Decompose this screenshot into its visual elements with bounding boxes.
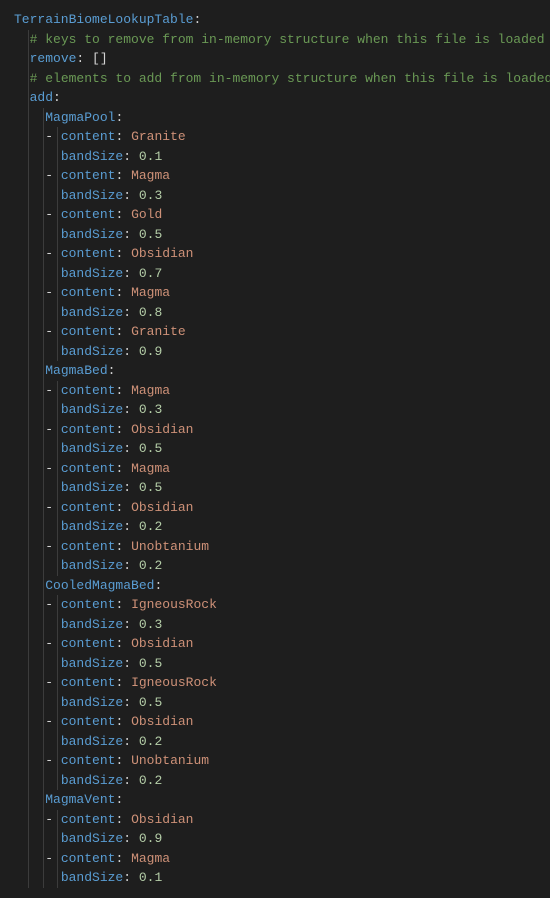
code-line: bandSize: 0.2 — [14, 732, 536, 752]
code-line: bandSize: 0.2 — [14, 517, 536, 537]
code-line: bandSize: 0.7 — [14, 264, 536, 284]
code-line: bandSize: 0.2 — [14, 771, 536, 791]
code-line: bandSize: 0.5 — [14, 225, 536, 245]
code-line: remove: [] — [14, 49, 536, 69]
code-line: MagmaBed: — [14, 361, 536, 381]
code-line: bandSize: 0.9 — [14, 342, 536, 362]
code-line: - content: Unobtanium — [14, 537, 536, 557]
code-line: - content: Obsidian — [14, 810, 536, 830]
code-line: bandSize: 0.5 — [14, 439, 536, 459]
code-line: bandSize: 0.9 — [14, 829, 536, 849]
code-line: - content: Gold — [14, 205, 536, 225]
code-line: bandSize: 0.5 — [14, 693, 536, 713]
code-line: bandSize: 0.3 — [14, 186, 536, 206]
code-line: - content: Magma — [14, 166, 536, 186]
code-line: # keys to remove from in-memory structur… — [14, 30, 536, 50]
code-line: bandSize: 0.3 — [14, 615, 536, 635]
code-line: bandSize: 0.5 — [14, 654, 536, 674]
code-line: MagmaPool: — [14, 108, 536, 128]
code-line: - content: Magma — [14, 283, 536, 303]
code-line: add: — [14, 88, 536, 108]
code-line: - content: Magma — [14, 849, 536, 869]
code-line: MagmaVent: — [14, 790, 536, 810]
yaml-code-block: TerrainBiomeLookupTable: # keys to remov… — [14, 10, 536, 888]
code-line: bandSize: 0.5 — [14, 478, 536, 498]
code-line: - content: Obsidian — [14, 712, 536, 732]
code-line: # elements to add from in-memory structu… — [14, 69, 536, 89]
code-line: - content: Obsidian — [14, 244, 536, 264]
code-line: - content: Magma — [14, 459, 536, 479]
code-line: - content: Granite — [14, 322, 536, 342]
code-line: bandSize: 0.1 — [14, 868, 536, 888]
code-line: CooledMagmaBed: — [14, 576, 536, 596]
code-line: bandSize: 0.3 — [14, 400, 536, 420]
code-line: - content: Obsidian — [14, 634, 536, 654]
code-line: - content: Obsidian — [14, 498, 536, 518]
code-line: - content: IgneousRock — [14, 595, 536, 615]
code-line: TerrainBiomeLookupTable: — [14, 10, 536, 30]
code-line: - content: Granite — [14, 127, 536, 147]
code-line: - content: IgneousRock — [14, 673, 536, 693]
code-line: - content: Magma — [14, 381, 536, 401]
code-line: - content: Unobtanium — [14, 751, 536, 771]
code-line: bandSize: 0.1 — [14, 147, 536, 167]
code-line: bandSize: 0.8 — [14, 303, 536, 323]
code-line: - content: Obsidian — [14, 420, 536, 440]
code-line: bandSize: 0.2 — [14, 556, 536, 576]
